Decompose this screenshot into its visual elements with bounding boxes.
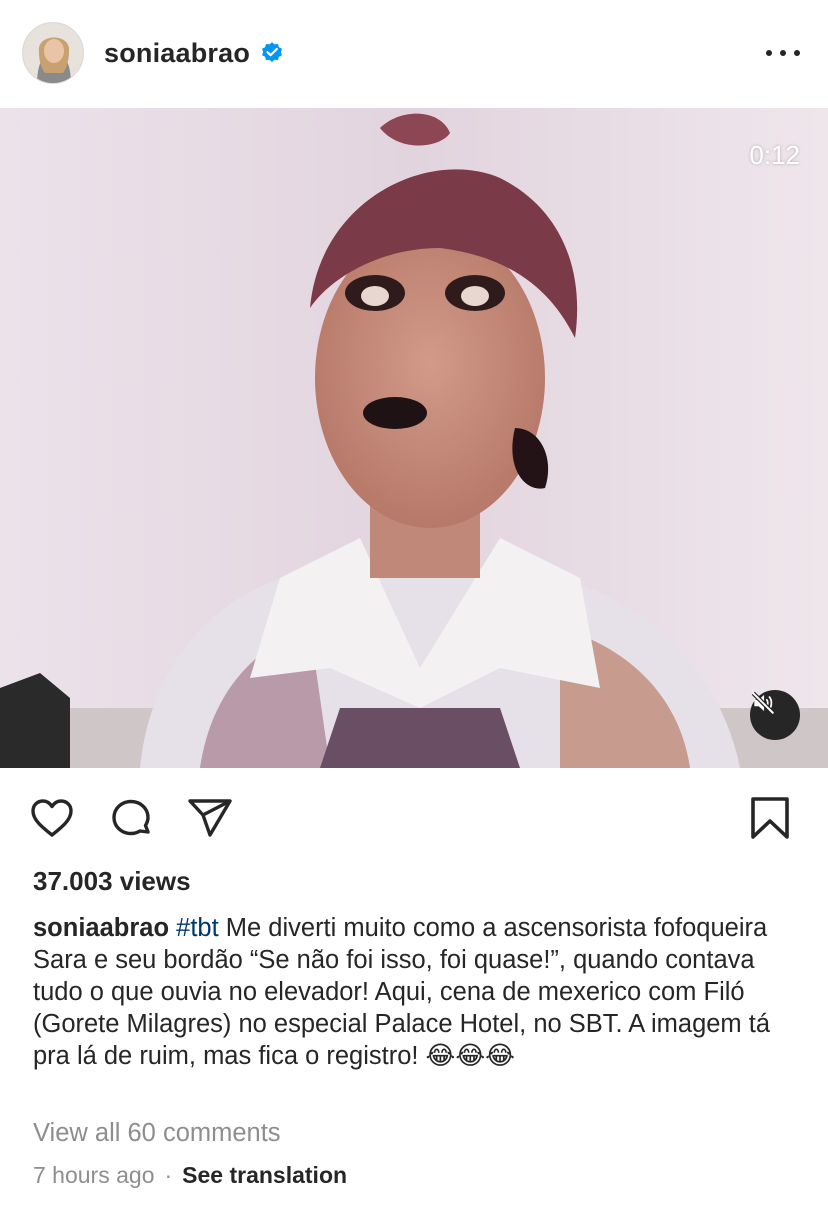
meta-separator: · (164, 1162, 173, 1188)
caption-username[interactable]: soniaabrao (33, 914, 169, 942)
post-username[interactable]: soniaabrao (104, 38, 250, 69)
more-options-icon[interactable] (766, 40, 800, 66)
see-translation-link[interactable]: See translation (182, 1162, 347, 1189)
hashtag-link[interactable]: #tbt (176, 914, 219, 942)
post-header: soniaabrao (0, 0, 828, 108)
post-caption: soniaabrao #tbt Me diverti muito como a … (33, 912, 803, 1072)
paper-plane-icon[interactable] (186, 794, 234, 842)
verified-badge-icon (260, 40, 284, 64)
video-timer: 0:12 (749, 140, 800, 170)
bookmark-icon[interactable] (746, 794, 794, 842)
post-meta: 7 hours ago · See translation (33, 1162, 347, 1189)
views-count[interactable]: 37.003 views (33, 866, 191, 897)
muted-speaker-icon[interactable] (750, 690, 800, 740)
view-comments-link[interactable]: View all 60 comments (33, 1119, 281, 1148)
action-bar (0, 768, 828, 868)
post-video[interactable]: 0:12 (0, 108, 828, 768)
comment-bubble-icon[interactable] (107, 794, 155, 842)
heart-icon[interactable] (28, 794, 76, 842)
timestamp: 7 hours ago (33, 1162, 155, 1188)
avatar[interactable] (22, 22, 84, 84)
